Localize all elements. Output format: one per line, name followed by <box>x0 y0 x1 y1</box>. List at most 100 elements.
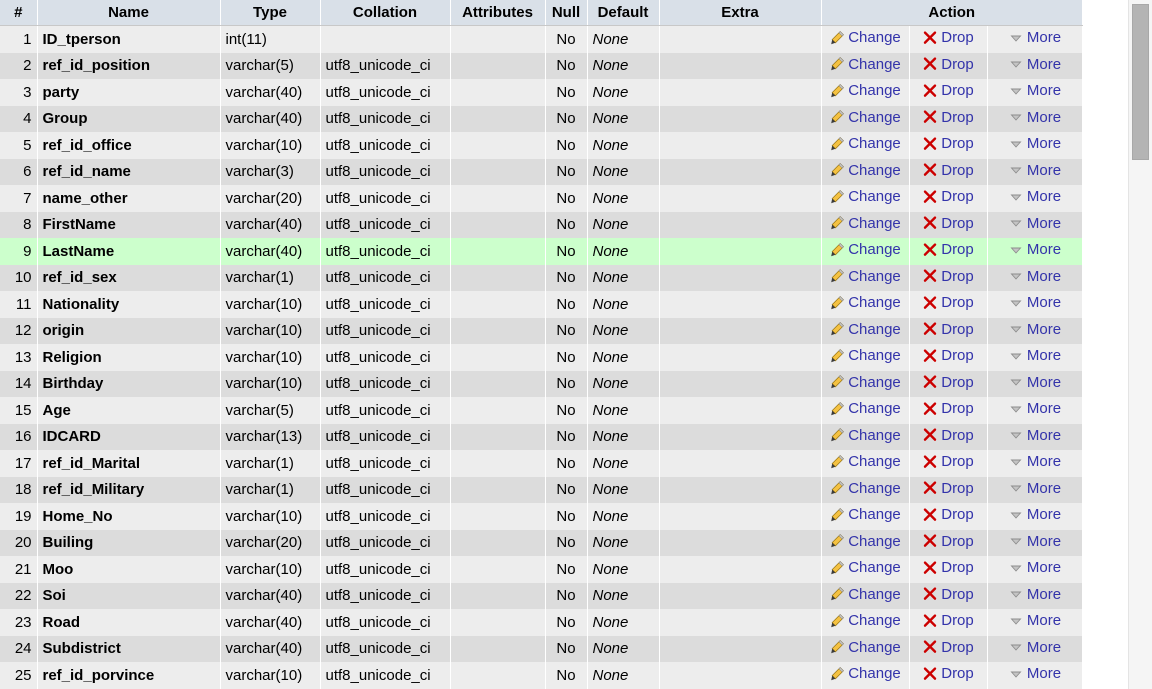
change-link[interactable]: Change <box>829 109 901 126</box>
drop-action-cell[interactable]: Drop <box>909 238 988 265</box>
drop-action-cell[interactable]: Drop <box>909 635 988 662</box>
change-action-cell[interactable]: Change <box>821 397 910 424</box>
table-row[interactable]: 19 Home_No varchar(10) utf8_unicode_ci No Non… <box>0 503 1083 530</box>
drop-link[interactable]: Drop <box>922 586 974 603</box>
change-link[interactable]: Change <box>829 29 901 46</box>
change-link[interactable]: Change <box>829 241 901 258</box>
column-header-collation[interactable]: Collation <box>320 0 451 26</box>
more-link[interactable]: More <box>1008 347 1061 364</box>
table-row[interactable]: 5 ref_id_office varchar(10) utf8_unicode_ci… <box>0 132 1083 159</box>
more-link[interactable]: More <box>1008 639 1061 656</box>
change-action-cell[interactable]: Change <box>821 529 910 556</box>
column-header-default[interactable]: Default <box>587 0 660 26</box>
change-link[interactable]: Change <box>829 427 901 444</box>
column-header-extra[interactable]: Extra <box>659 0 822 26</box>
more-action-cell[interactable]: More <box>987 132 1083 159</box>
change-link[interactable]: Change <box>829 188 901 205</box>
more-action-cell[interactable]: More <box>987 317 1083 344</box>
more-link[interactable]: More <box>1008 268 1061 285</box>
drop-action-cell[interactable]: Drop <box>909 370 988 397</box>
change-link[interactable]: Change <box>829 665 901 682</box>
more-action-cell[interactable]: More <box>987 450 1083 477</box>
drop-link[interactable]: Drop <box>922 559 974 576</box>
change-link[interactable]: Change <box>829 533 901 550</box>
change-link[interactable]: Change <box>829 162 901 179</box>
drop-action-cell[interactable]: Drop <box>909 503 988 530</box>
change-link[interactable]: Change <box>829 347 901 364</box>
drop-link[interactable]: Drop <box>922 374 974 391</box>
more-link[interactable]: More <box>1008 135 1061 152</box>
more-link[interactable]: More <box>1008 29 1061 46</box>
more-action-cell[interactable]: More <box>987 503 1083 530</box>
change-action-cell[interactable]: Change <box>821 450 910 477</box>
more-link[interactable]: More <box>1008 188 1061 205</box>
more-action-cell[interactable]: More <box>987 79 1083 106</box>
drop-link[interactable]: Drop <box>922 427 974 444</box>
more-link[interactable]: More <box>1008 374 1061 391</box>
table-row[interactable]: 7 name_other varchar(20) utf8_unicode_ci No N… <box>0 185 1083 212</box>
drop-action-cell[interactable]: Drop <box>909 317 988 344</box>
change-action-cell[interactable]: Change <box>821 291 910 318</box>
more-link[interactable]: More <box>1008 480 1061 497</box>
change-link[interactable]: Change <box>829 480 901 497</box>
table-row[interactable]: 23 Road varchar(40) utf8_unicode_ci No None Ch… <box>0 609 1083 636</box>
change-action-cell[interactable]: Change <box>821 370 910 397</box>
more-link[interactable]: More <box>1008 162 1061 179</box>
change-action-cell[interactable]: Change <box>821 503 910 530</box>
drop-action-cell[interactable]: Drop <box>909 185 988 212</box>
change-link[interactable]: Change <box>829 506 901 523</box>
change-action-cell[interactable]: Change <box>821 211 910 238</box>
change-action-cell[interactable]: Change <box>821 635 910 662</box>
table-row[interactable]: 3 party varchar(40) utf8_unicode_ci No None Ch… <box>0 79 1083 106</box>
more-link[interactable]: More <box>1008 241 1061 258</box>
column-header-attributes[interactable]: Attributes <box>450 0 546 26</box>
table-row[interactable]: 20 Builing varchar(20) utf8_unicode_ci No Non… <box>0 529 1083 556</box>
more-link[interactable]: More <box>1008 215 1061 232</box>
change-action-cell[interactable]: Change <box>821 25 910 53</box>
more-action-cell[interactable]: More <box>987 423 1083 450</box>
more-link[interactable]: More <box>1008 109 1061 126</box>
change-link[interactable]: Change <box>829 612 901 629</box>
table-row[interactable]: 14 Birthday varchar(10) utf8_unicode_ci No No… <box>0 370 1083 397</box>
change-link[interactable]: Change <box>829 453 901 470</box>
table-row[interactable]: 18 ref_id_Military varchar(1) utf8_unicode_… <box>0 476 1083 503</box>
drop-link[interactable]: Drop <box>922 453 974 470</box>
drop-action-cell[interactable]: Drop <box>909 105 988 132</box>
scrollbar-thumb[interactable] <box>1132 4 1149 160</box>
change-action-cell[interactable]: Change <box>821 423 910 450</box>
drop-link[interactable]: Drop <box>922 400 974 417</box>
drop-action-cell[interactable]: Drop <box>909 344 988 371</box>
drop-action-cell[interactable]: Drop <box>909 132 988 159</box>
drop-action-cell[interactable]: Drop <box>909 52 988 79</box>
table-row[interactable]: 9 LastName varchar(40) utf8_unicode_ci No Non… <box>0 238 1083 265</box>
drop-action-cell[interactable]: Drop <box>909 556 988 583</box>
change-action-cell[interactable]: Change <box>821 344 910 371</box>
drop-action-cell[interactable]: Drop <box>909 662 988 689</box>
change-link[interactable]: Change <box>829 135 901 152</box>
drop-link[interactable]: Drop <box>922 480 974 497</box>
more-link[interactable]: More <box>1008 56 1061 73</box>
change-link[interactable]: Change <box>829 559 901 576</box>
change-link[interactable]: Change <box>829 268 901 285</box>
drop-link[interactable]: Drop <box>922 321 974 338</box>
more-link[interactable]: More <box>1008 533 1061 550</box>
change-link[interactable]: Change <box>829 294 901 311</box>
more-action-cell[interactable]: More <box>987 476 1083 503</box>
change-action-cell[interactable]: Change <box>821 476 910 503</box>
vertical-scrollbar[interactable] <box>1128 0 1152 689</box>
change-link[interactable]: Change <box>829 374 901 391</box>
table-row[interactable]: 1 ID_tperson int(11) No None Change Drop More <box>0 25 1083 53</box>
drop-link[interactable]: Drop <box>922 347 974 364</box>
change-link[interactable]: Change <box>829 321 901 338</box>
table-row[interactable]: 12 origin varchar(10) utf8_unicode_ci No None… <box>0 317 1083 344</box>
drop-link[interactable]: Drop <box>922 639 974 656</box>
change-link[interactable]: Change <box>829 56 901 73</box>
more-action-cell[interactable]: More <box>987 662 1083 689</box>
table-row[interactable]: 25 ref_id_porvince varchar(10) utf8_unicode… <box>0 662 1083 689</box>
drop-action-cell[interactable]: Drop <box>909 529 988 556</box>
drop-link[interactable]: Drop <box>922 109 974 126</box>
more-action-cell[interactable]: More <box>987 529 1083 556</box>
change-link[interactable]: Change <box>829 82 901 99</box>
more-link[interactable]: More <box>1008 321 1061 338</box>
drop-action-cell[interactable]: Drop <box>909 158 988 185</box>
